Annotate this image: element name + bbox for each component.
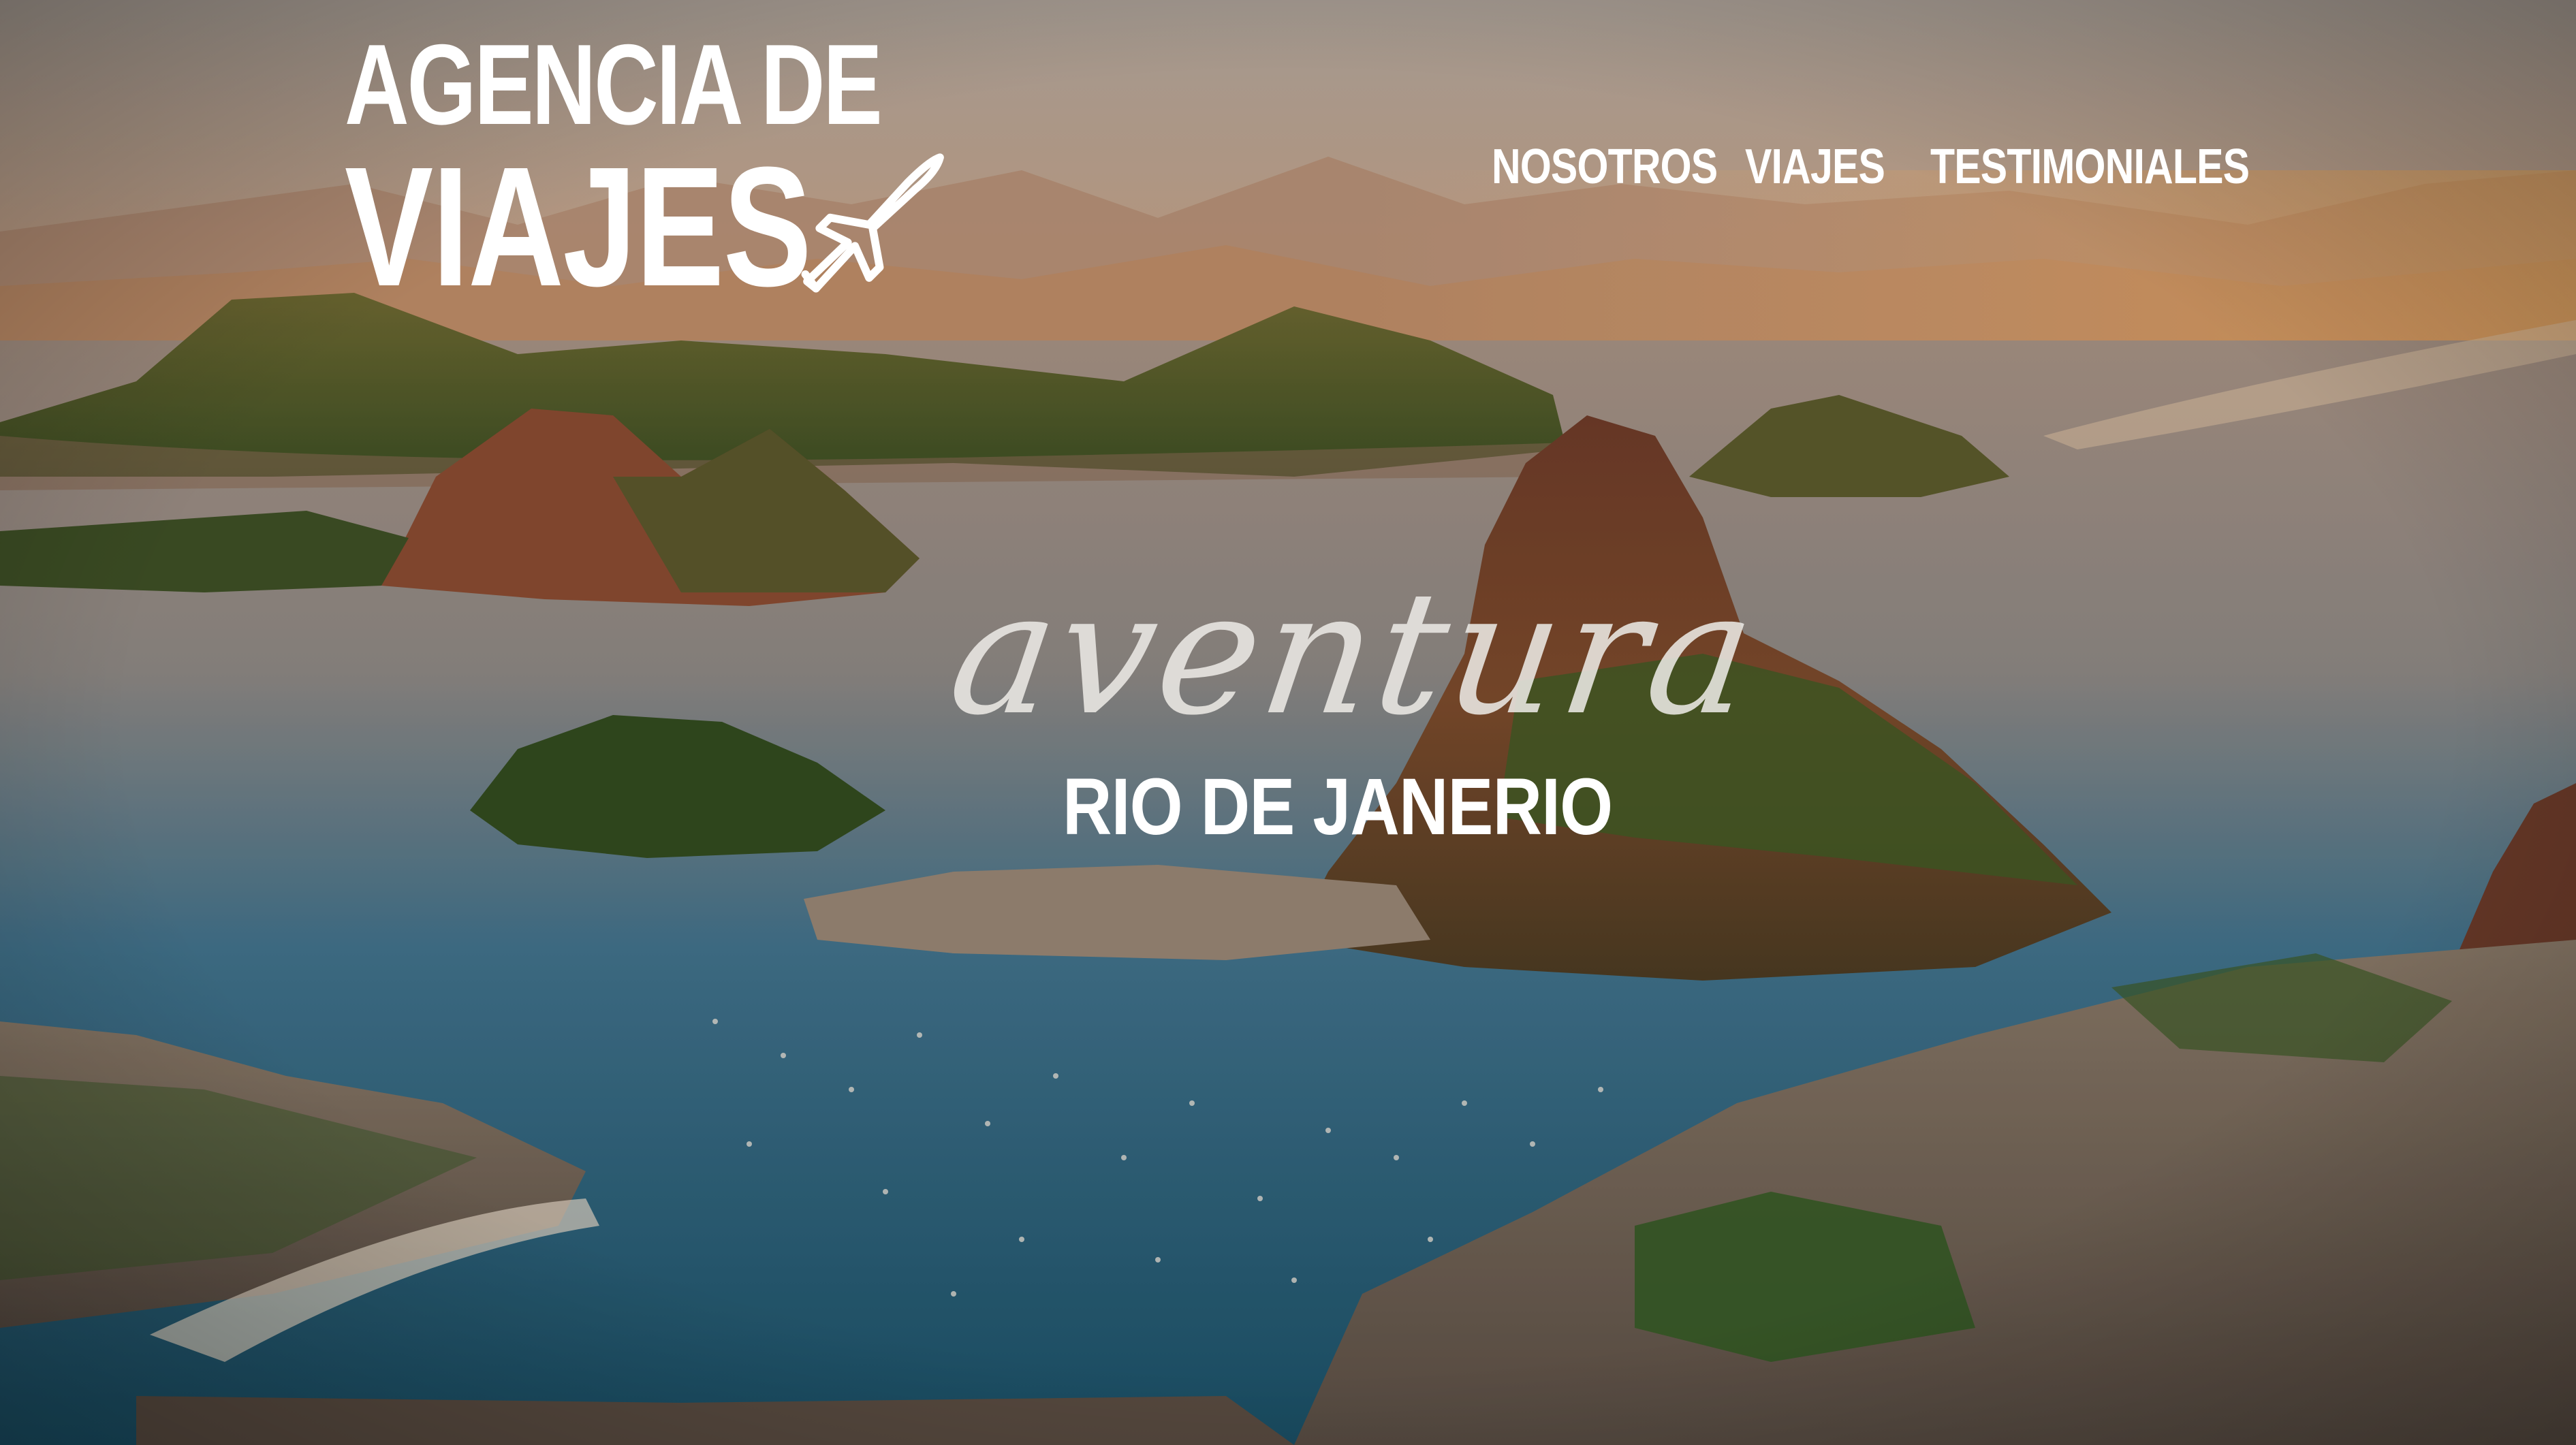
airplane-icon xyxy=(801,153,944,293)
brand-logo[interactable]: AGENCIA DE VIAJES xyxy=(345,20,958,312)
hero-destination: RIO DE JANERIO xyxy=(1063,762,1613,852)
brand-title-line1: AGENCIA DE xyxy=(345,20,883,148)
brand-title-line2: VIAJES xyxy=(345,131,812,321)
nav-link-nosotros[interactable]: NOSOTROS xyxy=(1492,136,1718,197)
nav-link-testimoniales[interactable]: TESTIMONIALES xyxy=(1930,136,2250,197)
hero-section: AGENCIA DE VIAJES NOSOTROS VIAJES TESTIM… xyxy=(0,0,2576,1445)
main-nav: NOSOTROS VIAJES TESTIMONIALES xyxy=(1492,136,2250,197)
hero-tagline: aventura xyxy=(939,554,1770,752)
nav-link-viajes[interactable]: VIAJES xyxy=(1745,136,1885,197)
